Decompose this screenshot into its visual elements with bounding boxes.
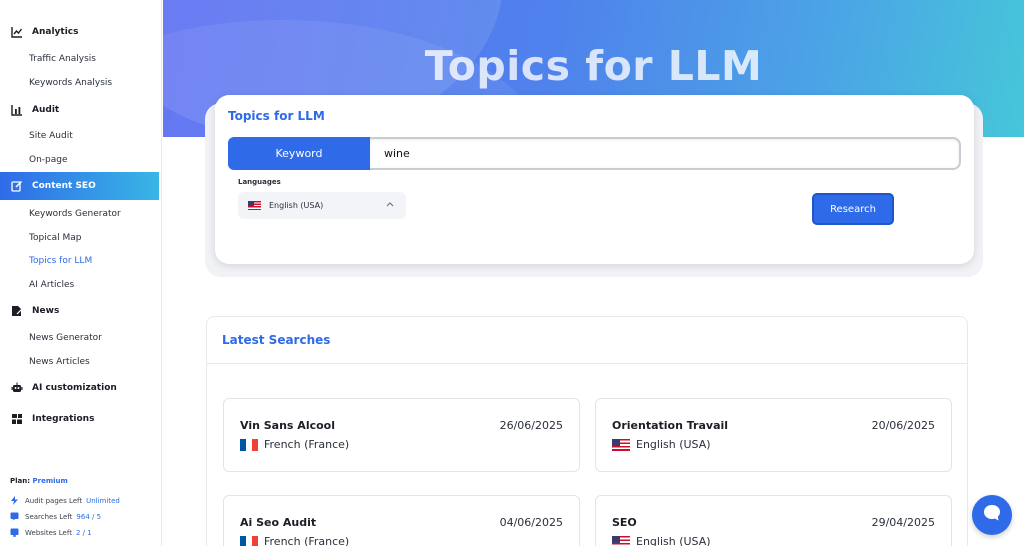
language-select[interactable]: English (USA) [238,192,406,219]
chevron-up-icon [386,200,394,209]
sidebar-item-topics-for-llm[interactable]: Topics for LLM [29,254,92,268]
divider [207,363,967,364]
fr-flag-icon [240,438,258,451]
sidebar-section-label: Content SEO [32,181,96,191]
search-language: English (USA) [612,535,711,546]
search-history-card[interactable]: Ai Seo Audit 04/06/2025 French (France) [223,495,580,546]
us-flag-icon [612,438,630,451]
search-keyword: SEO [612,516,637,529]
sidebar-section-label: Audit [32,105,60,115]
us-flag-icon [612,535,630,546]
search-language-label: French (France) [264,438,350,451]
sidebar-item-on-page[interactable]: On-page [29,153,68,167]
app-root: Analytics Traffic Analysis Keywords Anal… [0,0,1024,546]
sidebar-section-integrations[interactable]: Integrations [0,405,159,433]
latest-searches-panel: Latest Searches Vin Sans Alcool 26/06/20… [206,316,968,546]
search-language: French (France) [240,535,349,546]
bar-chart-icon [11,104,23,116]
latest-searches-title: Latest Searches [222,333,331,347]
sidebar-item-ai-articles[interactable]: AI Articles [29,278,74,292]
news-icon [11,305,23,317]
line-chart-icon [11,26,23,38]
search-language: English (USA) [612,438,711,451]
search-language: French (France) [240,438,349,451]
stat-searches: Searches Left 964 / 5 [10,512,101,521]
bolt-icon [10,496,19,505]
sidebar-section-label: Integrations [32,414,95,424]
language-selected-value: English (USA) [269,201,324,210]
stat-value: 964 / 5 [76,512,102,521]
chat-icon [982,503,1002,527]
stat-label: Websites Left [25,528,72,537]
search-language-label: French (France) [264,535,350,546]
stat-websites: Websites Left 2 / 1 [10,528,92,537]
plan-info: Plan: Premium [10,477,68,485]
search-date: 04/06/2025 [499,516,563,529]
sidebar-section-content-seo[interactable]: Content SEO [0,172,159,200]
plan-label: Plan: [10,477,31,485]
research-button[interactable]: Research [812,193,894,225]
languages-label: Languages [238,178,281,186]
sidebar-section-label: Analytics [32,27,79,37]
search-history-card[interactable]: SEO 29/04/2025 English (USA) [595,495,952,546]
search-date: 26/06/2025 [499,419,563,432]
stat-value: 2 / 1 [75,528,92,537]
sidebar: Analytics Traffic Analysis Keywords Anal… [0,0,162,546]
search-date: 29/04/2025 [871,516,935,529]
search-language-label: English (USA) [636,535,711,546]
search-keyword: Orientation Travail [612,419,729,432]
sidebar-section-label: News [32,306,60,316]
blocks-icon [11,413,23,425]
sidebar-section-ai-customization[interactable]: AI customization [0,374,159,402]
sidebar-item-keywords-analysis[interactable]: Keywords Analysis [29,76,112,90]
edit-icon [11,180,23,192]
sidebar-item-topical-map[interactable]: Topical Map [29,231,82,245]
sidebar-item-site-audit[interactable]: Site Audit [29,129,73,143]
keyword-input[interactable] [370,137,961,170]
search-date: 20/06/2025 [871,419,935,432]
search-language-label: English (USA) [636,438,711,451]
stat-label: Audit pages Left [25,496,83,505]
keyword-mode-button[interactable]: Keyword [228,137,370,170]
sidebar-section-audit[interactable]: Audit [0,96,159,124]
stat-audit-pages: Audit pages Left Unlimited [10,496,120,505]
sidebar-item-news-generator[interactable]: News Generator [29,331,102,345]
sidebar-section-analytics[interactable]: Analytics [0,18,159,46]
robot-icon [11,382,23,394]
chat-button[interactable] [972,495,1012,535]
stat-value: Unlimited [86,496,120,505]
us-flag-icon [248,201,261,210]
search-history-card[interactable]: Orientation Travail 20/06/2025 English (… [595,398,952,472]
sidebar-section-label: AI customization [32,383,117,393]
plan-value: Premium [32,477,68,485]
search-keyword: Ai Seo Audit [240,516,317,529]
search-icon [10,512,19,521]
sidebar-item-news-articles[interactable]: News Articles [29,355,90,369]
sidebar-item-traffic-analysis[interactable]: Traffic Analysis [29,52,96,66]
search-keyword: Vin Sans Alcool [240,419,335,432]
search-history-card[interactable]: Vin Sans Alcool 26/06/2025 French (Franc… [223,398,580,472]
sidebar-section-news[interactable]: News [0,297,159,325]
page-title: Topics for LLM [424,42,763,90]
stat-label: Searches Left [25,512,73,521]
sidebar-item-keywords-generator[interactable]: Keywords Generator [29,207,121,221]
search-card-title: Topics for LLM [228,109,325,123]
search-card: Topics for LLM Keyword Languages English… [215,95,974,264]
fr-flag-icon [240,535,258,546]
globe-icon [10,528,19,537]
